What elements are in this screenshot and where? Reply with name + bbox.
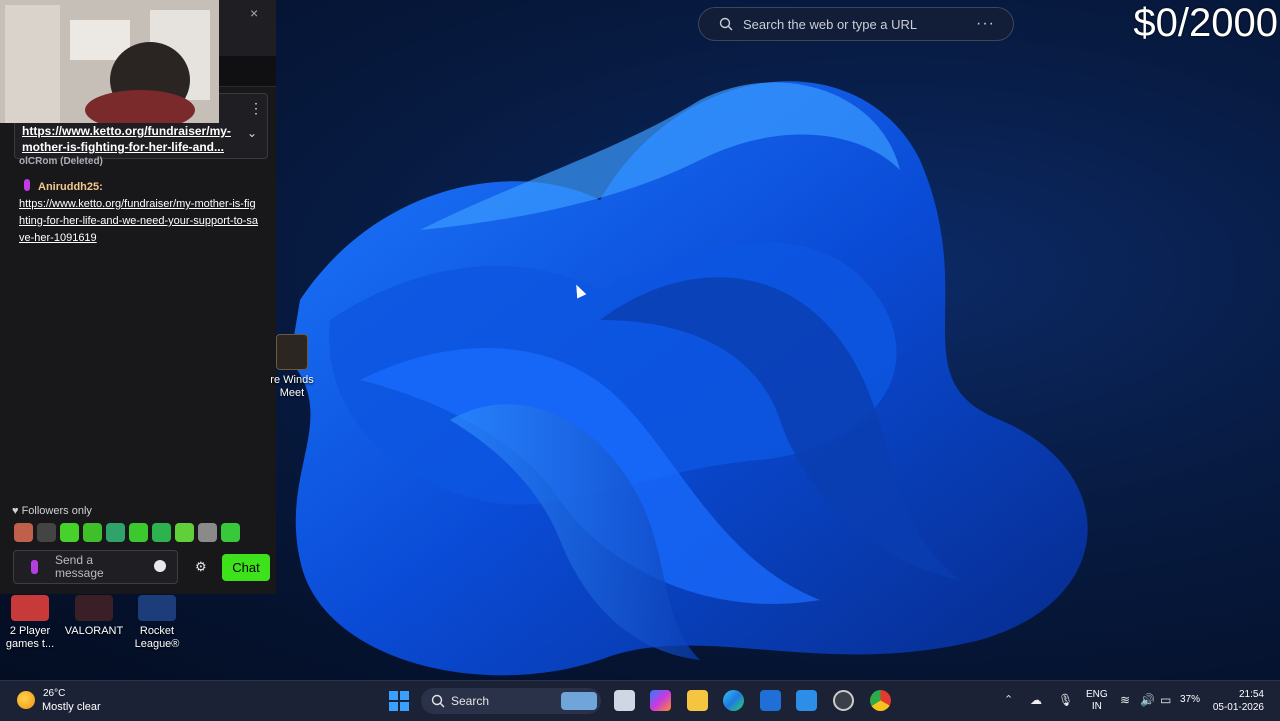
emote-icon[interactable] xyxy=(14,523,33,542)
clock-date: 05-01-2026 xyxy=(1212,702,1264,713)
copilot-icon[interactable] xyxy=(650,690,671,711)
close-icon[interactable]: × xyxy=(250,5,258,21)
task-view-icon[interactable] xyxy=(614,690,635,711)
store-icon[interactable] xyxy=(760,690,781,711)
pinned-menu-icon[interactable]: ⋮ xyxy=(249,100,263,117)
chat-send-button[interactable]: Chat xyxy=(222,554,270,581)
donation-goal: $0/2000 xyxy=(1133,1,1278,45)
language-indicator[interactable]: ENG IN xyxy=(1086,689,1108,713)
weather-temperature[interactable]: 26°C xyxy=(43,688,65,699)
emoji-icon[interactable] xyxy=(154,560,166,572)
chat-message-link[interactable]: https://www.ketto.org/fundraiser/my-moth… xyxy=(19,196,259,247)
battery-percent[interactable]: 37% xyxy=(1180,694,1200,705)
outlook-icon[interactable] xyxy=(796,690,817,711)
search-icon xyxy=(719,17,733,31)
rocket-league-icon xyxy=(138,595,176,621)
desktop-icon-label: VALORANT xyxy=(64,625,124,637)
emote-icon[interactable] xyxy=(221,523,240,542)
deleted-message: olCRom (Deleted) xyxy=(19,156,103,167)
emote-icon[interactable] xyxy=(37,523,56,542)
desktop-icon-where-winds-meet[interactable]: re Winds Meet xyxy=(262,334,322,400)
emote-icon[interactable] xyxy=(129,523,148,542)
valorant-icon xyxy=(75,595,113,621)
weather-moon-icon[interactable] xyxy=(17,691,35,709)
battery-icon[interactable]: ▭ xyxy=(1160,693,1171,707)
chat-message: Aniruddh25: https://www.ketto.org/fundra… xyxy=(19,179,259,247)
emote-icon[interactable] xyxy=(175,523,194,542)
taskbar-search-label: Search xyxy=(451,694,490,708)
desktop-icon-label: 2 Player games t... xyxy=(5,625,55,650)
chrome-icon[interactable] xyxy=(870,690,891,711)
edge-icon[interactable] xyxy=(723,690,744,711)
onedrive-icon[interactable]: ☁ xyxy=(1030,693,1042,707)
webcam-image xyxy=(0,0,219,123)
taskbar-search[interactable]: Search xyxy=(421,688,601,714)
search-icon xyxy=(431,694,445,708)
emote-icon[interactable] xyxy=(60,523,79,542)
chat-message-input[interactable]: Send a message xyxy=(13,550,178,584)
desktop-icon-label: re Winds Meet xyxy=(270,374,314,399)
clock[interactable]: 21:54 05-01-2026 xyxy=(1212,688,1264,714)
desktop-icon-rocket-league[interactable]: Rocket League® xyxy=(122,595,192,651)
windows-logo-icon xyxy=(389,691,398,700)
desktop-icon-label: Rocket League® xyxy=(134,625,180,650)
game-icon xyxy=(11,595,49,621)
emote-icon[interactable] xyxy=(152,523,171,542)
windows-logo-icon xyxy=(400,702,409,711)
chat-username[interactable]: Aniruddh25: xyxy=(38,181,103,193)
obs-icon[interactable] xyxy=(833,690,854,711)
file-explorer-icon[interactable] xyxy=(687,690,708,711)
desktop-icon-2-player-games[interactable]: 2 Player games t... xyxy=(0,595,60,651)
desktop-icon-valorant[interactable]: VALORANT xyxy=(59,595,129,638)
microphone-icon[interactable]: 🎙 xyxy=(1058,693,1073,707)
stream-chat-panel: × ⋮ https://www.ketto.org/fundraiser/my-… xyxy=(0,0,276,594)
emote-icon[interactable] xyxy=(83,523,102,542)
emote-icon[interactable] xyxy=(198,523,217,542)
mic-icon xyxy=(31,560,38,574)
browser-search-bar[interactable]: Search the web or type a URL ··· xyxy=(698,7,1014,41)
more-options-icon[interactable]: ··· xyxy=(976,15,995,33)
volume-icon[interactable]: 🔊 xyxy=(1140,693,1155,707)
region-code: IN xyxy=(1091,701,1102,712)
pinned-link[interactable]: https://www.ketto.org/fundraiser/my-moth… xyxy=(22,123,240,155)
start-button[interactable] xyxy=(389,691,409,711)
game-icon xyxy=(276,334,308,370)
followers-only-label: ♥ Followers only xyxy=(12,505,92,517)
webcam-feed xyxy=(0,0,219,123)
chevron-up-icon[interactable]: ⌃ xyxy=(1004,693,1013,706)
mic-badge-icon xyxy=(24,179,30,191)
search-placeholder: Search the web or type a URL xyxy=(743,16,918,32)
weather-condition[interactable]: Mostly clear xyxy=(42,701,101,713)
search-highlight-icon xyxy=(561,692,597,710)
clock-time: 21:54 xyxy=(1238,689,1264,700)
chat-input-placeholder: Send a message xyxy=(55,553,104,580)
windows-logo-icon xyxy=(389,702,398,711)
language-code: ENG xyxy=(1086,689,1108,700)
wifi-icon[interactable]: ≋ xyxy=(1120,693,1130,707)
windows-logo-icon xyxy=(400,691,409,700)
chevron-down-icon[interactable]: ⌄ xyxy=(247,126,257,140)
taskbar: 26°C Mostly clear Search ⌃ ☁ 🎙 ENG IN ≋ … xyxy=(0,680,1280,721)
gear-icon[interactable]: ⚙ xyxy=(195,559,207,575)
emote-bar xyxy=(14,523,240,542)
emote-icon[interactable] xyxy=(106,523,125,542)
